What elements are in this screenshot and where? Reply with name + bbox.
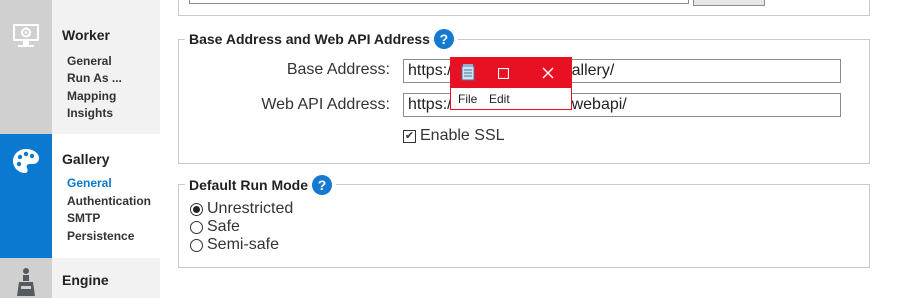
notepad-popup-window[interactable]: File Edit [450,57,572,110]
sidebar-item-worker-run-as[interactable]: Run As ... [67,71,122,85]
run-mode-group [178,184,870,268]
radio-unrestricted-label: Unrestricted [207,200,294,217]
enable-ssl-label: Enable SSL [420,127,505,144]
worker-section-title[interactable]: Worker [62,27,110,43]
run-mode-legend: Default Run Mode ? [185,174,336,196]
base-address-label: Base Address: [286,61,390,78]
web-api-address-label: Web API Address: [261,96,390,113]
engine-section-icon-strip[interactable] [0,258,52,298]
designer-settings-page: Worker General Run As ... Mapping Insigh… [0,0,923,298]
close-icon[interactable] [542,67,554,79]
radio-button-selected[interactable] [190,202,203,216]
sidebar-item-gallery-authentication[interactable]: Authentication [67,194,151,208]
sidebar-item-gallery-general[interactable]: General [67,176,112,190]
menu-file[interactable]: File [458,92,477,106]
engine-icon [17,268,35,296]
radio-button[interactable] [190,220,203,234]
previous-group-box [178,0,870,16]
radio-semi-safe[interactable]: Semi-safe [190,236,279,254]
maximize-icon[interactable] [498,68,509,79]
radio-safe[interactable]: Safe [190,218,240,236]
run-mode-legend-text: Default Run Mode [189,177,308,193]
help-icon[interactable]: ? [312,175,332,195]
radio-safe-label: Safe [207,218,240,235]
base-address-legend-text: Base Address and Web API Address [189,31,430,47]
help-icon[interactable]: ? [433,29,454,49]
worker-section-icon-strip[interactable] [0,0,52,134]
radio-unrestricted[interactable]: Unrestricted [190,200,293,218]
sidebar-item-worker-mapping[interactable]: Mapping [67,89,116,103]
sidebar-item-gallery-persistence[interactable]: Persistence [67,229,134,243]
worker-icon [13,24,39,47]
popup-title-bar[interactable] [451,58,571,88]
sidebar-item-worker-insights[interactable]: Insights [67,106,113,120]
menu-edit[interactable]: Edit [489,92,510,106]
base-address-legend: Base Address and Web API Address ? [185,28,458,50]
sidebar-item-worker-general[interactable]: General [67,54,112,68]
previous-input-field[interactable] [189,0,689,4]
engine-section-title[interactable]: Engine [62,272,109,288]
palette-icon [13,149,39,173]
radio-button[interactable] [190,238,203,252]
radio-semi-safe-label: Semi-safe [207,236,280,253]
notepad-icon [461,64,475,81]
sidebar-item-gallery-smtp[interactable]: SMTP [67,211,100,225]
checkmark-icon[interactable]: ✔ [403,129,416,143]
gallery-section-title[interactable]: Gallery [62,151,109,167]
previous-button[interactable] [693,0,765,6]
enable-ssl-checkbox[interactable]: ✔ Enable SSL [403,127,505,145]
gallery-section-icon-strip[interactable] [0,134,52,258]
